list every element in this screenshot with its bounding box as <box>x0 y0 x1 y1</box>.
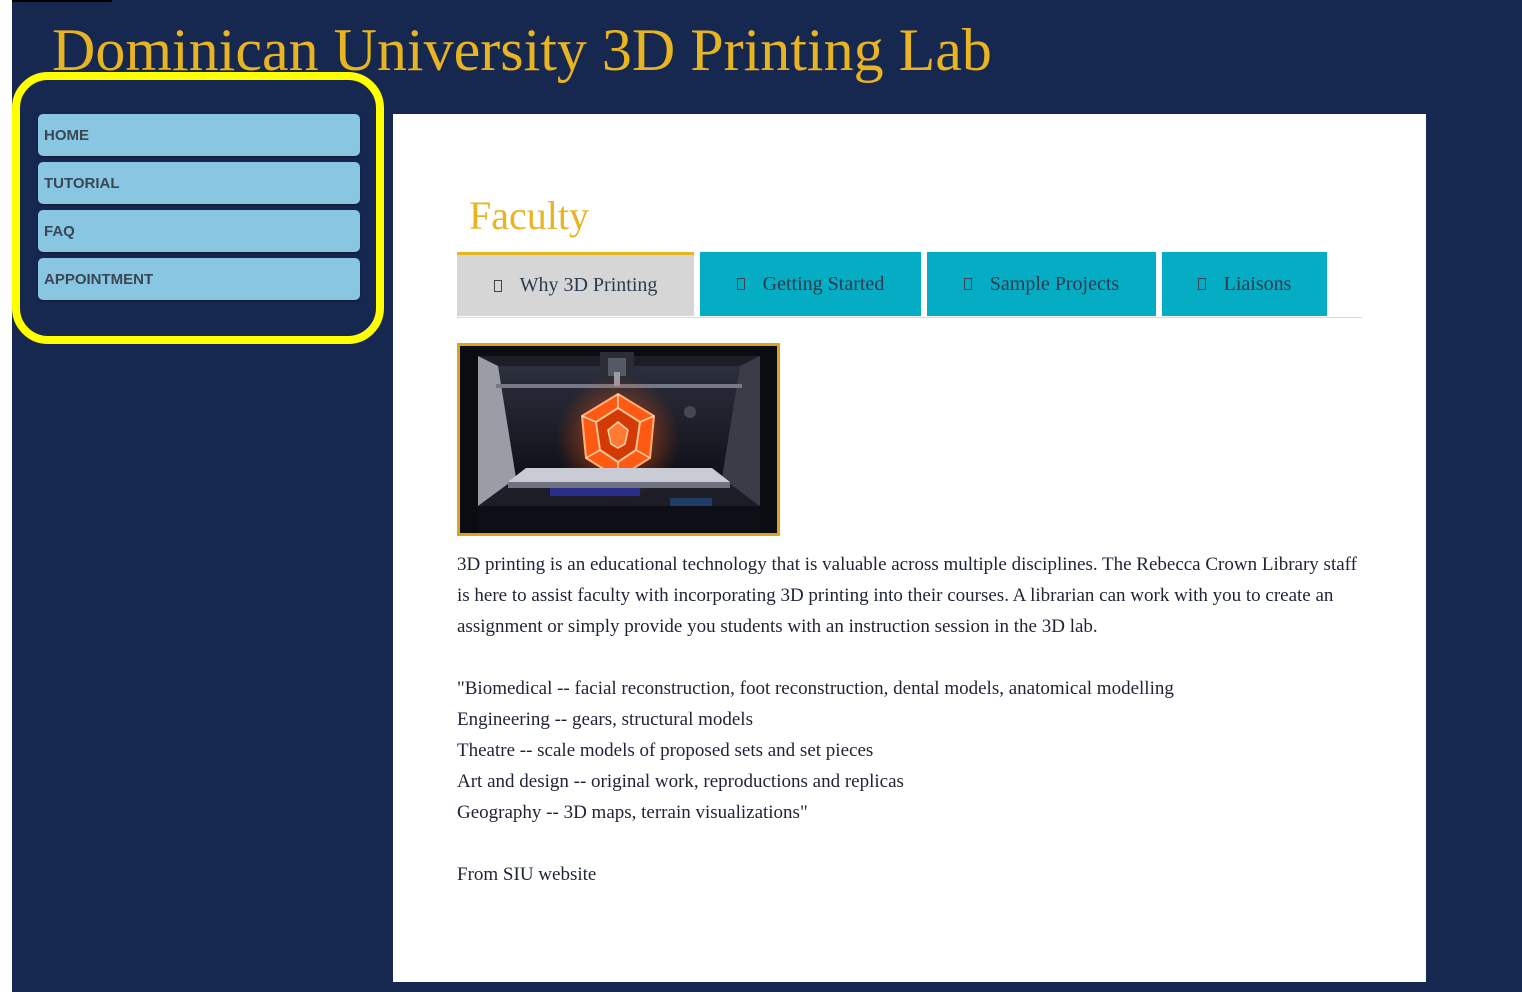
nav-item-appointment[interactable]: APPOINTMENT <box>38 258 360 300</box>
main-content-panel: Faculty Why 3D Printing Getting Started … <box>393 114 1426 982</box>
quote-line: "Biomedical -- facial reconstruction, fo… <box>457 678 1174 699</box>
nav-item-label: FAQ <box>44 222 75 240</box>
tab-liaisons[interactable]: Liaisons <box>1162 252 1327 316</box>
tab-label: Why 3D Printing <box>519 274 658 296</box>
tab-glyph-icon <box>1197 278 1206 290</box>
tab-label: Sample Projects <box>989 272 1120 295</box>
tab-why-3d-printing[interactable]: Why 3D Printing <box>457 252 694 316</box>
nav-item-faq[interactable]: FAQ <box>38 210 360 252</box>
nav-item-label: APPOINTMENT <box>44 270 154 288</box>
source-attribution: From SIU website <box>457 864 597 885</box>
body-text: 3D printing is an educational technology… <box>457 549 1362 921</box>
nav-item-label: HOME <box>44 126 89 144</box>
nav-item-label: TUTORIAL <box>44 174 120 192</box>
intro-paragraph: 3D printing is an educational technology… <box>457 554 1357 637</box>
tab-getting-started[interactable]: Getting Started <box>700 252 921 316</box>
disciplines-quote: "Biomedical -- facial reconstruction, fo… <box>457 673 1362 828</box>
quote-line: Engineering -- gears, structural models <box>457 709 753 730</box>
quote-line: Theatre -- scale models of proposed sets… <box>457 740 874 761</box>
quote-line: Geography -- 3D maps, terrain visualizat… <box>457 802 808 823</box>
3d-printer-photo <box>457 343 780 536</box>
tab-bar: Why 3D Printing Getting Started Sample P… <box>457 252 1362 318</box>
nav-item-tutorial[interactable]: TUTORIAL <box>38 162 360 204</box>
tab-glyph-icon <box>963 278 972 290</box>
3d-printer-illustration <box>460 346 777 533</box>
tab-glyph-icon <box>736 278 745 290</box>
sidebar-nav: HOME TUTORIAL FAQ APPOINTMENT <box>38 114 360 306</box>
tab-label: Liaisons <box>1223 272 1292 295</box>
tab-sample-projects[interactable]: Sample Projects <box>927 252 1156 316</box>
page: Dominican University 3D Printing Lab HOM… <box>12 0 1522 992</box>
quote-line: Art and design -- original work, reprodu… <box>457 771 904 792</box>
tab-glyph-icon <box>493 279 502 292</box>
tab-label: Getting Started <box>762 272 885 295</box>
nav-item-home[interactable]: HOME <box>38 114 360 156</box>
section-title: Faculty <box>469 193 589 238</box>
top-edge-strip <box>12 0 112 2</box>
